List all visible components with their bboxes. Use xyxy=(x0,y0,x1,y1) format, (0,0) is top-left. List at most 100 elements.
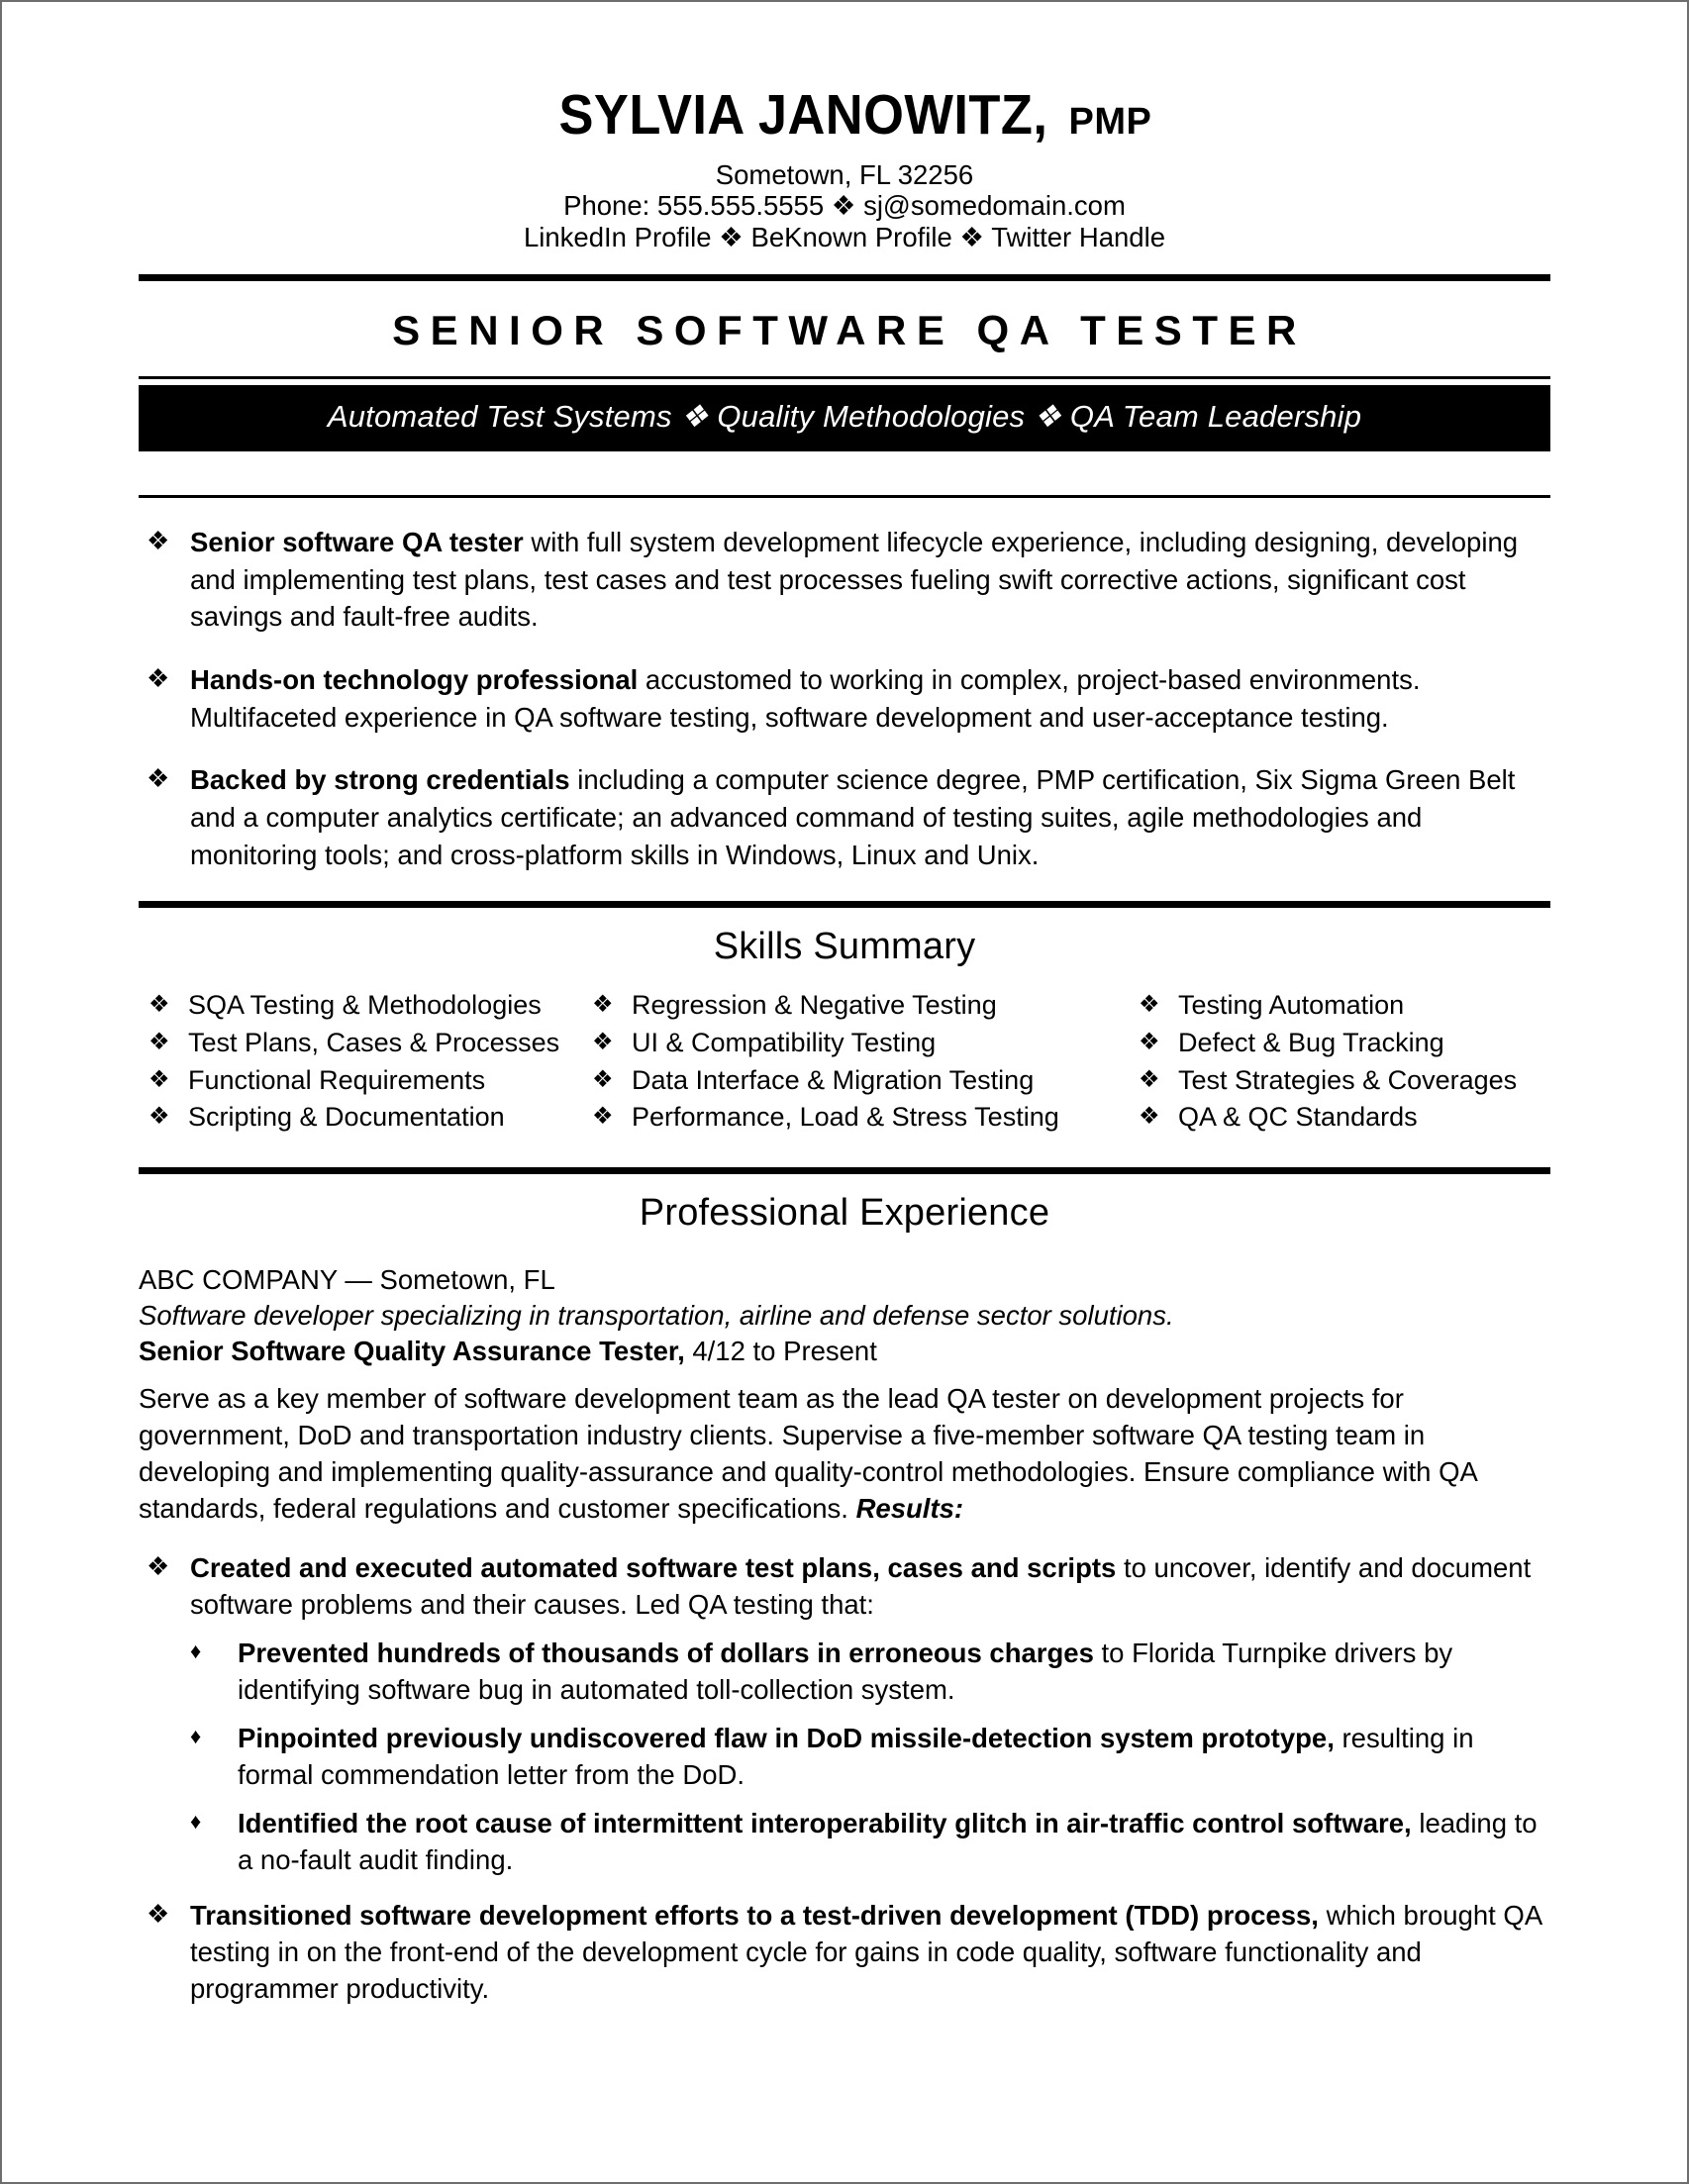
diamond-bullet-icon: ❖ xyxy=(592,1065,614,1093)
skill-item: ❖ Data Interface & Migration Testing xyxy=(592,1063,1139,1099)
skills-column-1: ❖ SQA Testing & Methodologies ❖ Test Pla… xyxy=(139,988,592,1138)
skill-item: ❖ UI & Compatibility Testing xyxy=(592,1026,1139,1061)
skill-item: ❖ SQA Testing & Methodologies xyxy=(149,988,592,1024)
achievement-sub-text: Pinpointed previously undiscovered flaw … xyxy=(238,1720,1550,1793)
skill-label: Regression & Negative Testing xyxy=(632,990,997,1021)
contact-phone-email: Phone: 555.555.5555 ❖ sj@somedomain.com xyxy=(563,190,1126,222)
achievement-sub-lead: Identified the root cause of intermitten… xyxy=(238,1808,1412,1839)
experience-company-tagline: Software developer specializing in trans… xyxy=(139,1299,1174,1331)
achievement-sub-text: Identified the root cause of intermitten… xyxy=(238,1805,1550,1878)
divider-above-experience xyxy=(139,1166,1550,1174)
summary-bullet-text: Senior software QA tester with full syst… xyxy=(190,524,1550,636)
achievement-sub-lead: Pinpointed previously undiscovered flaw … xyxy=(238,1723,1335,1754)
summary-bullet: ❖ Hands-on technology professional accus… xyxy=(139,661,1550,736)
skill-item: ❖ Test Plans, Cases & Processes xyxy=(149,1026,592,1061)
experience-role: Senior Software Quality Assurance Tester… xyxy=(139,1334,1550,1369)
contact-block: Sometown, FL 32256 Phone: 555.555.5555 ❖… xyxy=(139,159,1550,252)
experience-description: Serve as a key member of software develo… xyxy=(139,1381,1550,1527)
achievement-lead: Transitioned software development effort… xyxy=(190,1899,1319,1931)
summary-bullet-text: Backed by strong credentials including a… xyxy=(190,761,1550,873)
solid-diamond-bullet-icon: ♦ xyxy=(190,1724,202,1749)
experience-role-dates: 4/12 to Present xyxy=(684,1336,877,1367)
achievement-bullet: ❖ Transitioned software development effo… xyxy=(139,1897,1550,2007)
diamond-bullet-icon: ❖ xyxy=(147,526,170,556)
divider-above-skills xyxy=(139,901,1550,909)
contact-profiles: LinkedIn Profile ❖ BeKnown Profile ❖ Twi… xyxy=(523,221,1165,252)
experience-entry: ABC COMPANY — Sometown, FL Software deve… xyxy=(139,1250,1550,2007)
diamond-bullet-icon: ❖ xyxy=(149,1103,170,1131)
skill-label: Test Plans, Cases & Processes xyxy=(188,1028,560,1058)
divider-above-job-title xyxy=(139,274,1550,282)
diamond-bullet-icon: ❖ xyxy=(592,991,614,1019)
skills-columns: ❖ SQA Testing & Methodologies ❖ Test Pla… xyxy=(139,984,1550,1167)
diamond-bullet-icon: ❖ xyxy=(1139,1103,1160,1131)
skill-label: Test Strategies & Coverages xyxy=(1178,1064,1518,1095)
diamond-bullet-icon: ❖ xyxy=(147,1898,170,1929)
summary-bullet-lead: Backed by strong credentials xyxy=(190,764,570,796)
summary-bullet-lead: Hands-on technology professional xyxy=(190,664,639,696)
skill-item: ❖ Defect & Bug Tracking xyxy=(1139,1026,1550,1061)
candidate-name: SYLVIA JANOWITZ, xyxy=(558,83,1048,147)
skill-label: UI & Compatibility Testing xyxy=(632,1028,937,1058)
skills-column-2: ❖ Regression & Negative Testing ❖ UI & C… xyxy=(592,988,1139,1138)
solid-diamond-bullet-icon: ♦ xyxy=(190,1809,202,1835)
skill-item: ❖ QA & QC Standards xyxy=(1139,1100,1550,1136)
skills-section-heading: Skills Summary xyxy=(713,926,976,968)
skill-item: ❖ Scripting & Documentation xyxy=(149,1100,592,1136)
skill-label: QA & QC Standards xyxy=(1178,1102,1418,1133)
skill-item: ❖ Testing Automation xyxy=(1139,988,1550,1024)
summary-bullet: ❖ Backed by strong credentials including… xyxy=(139,761,1550,873)
skill-label: Scripting & Documentation xyxy=(188,1102,505,1133)
achievement-sub-text: Prevented hundreds of thousands of dolla… xyxy=(238,1635,1550,1708)
diamond-bullet-icon: ❖ xyxy=(147,1550,170,1581)
experience-role-title: Senior Software Quality Assurance Tester… xyxy=(139,1336,685,1367)
skill-label: Testing Automation xyxy=(1178,990,1405,1021)
diamond-bullet-icon: ❖ xyxy=(149,1065,170,1093)
skill-label: Defect & Bug Tracking xyxy=(1178,1028,1444,1058)
skill-item: ❖ Functional Requirements xyxy=(149,1063,592,1099)
diamond-bullet-icon: ❖ xyxy=(149,991,170,1019)
experience-company: ABC COMPANY — Sometown, FL xyxy=(139,1263,555,1295)
achievement-sub-bullet: ♦ Pinpointed previously undiscovered fla… xyxy=(139,1720,1550,1793)
diamond-bullet-icon: ❖ xyxy=(1139,1029,1160,1056)
specialties-banner: Automated Test Systems ❖ Quality Methodo… xyxy=(139,385,1550,452)
diamond-bullet-icon: ❖ xyxy=(149,1029,170,1056)
achievement-text: Created and executed automated software … xyxy=(190,1549,1550,1623)
job-title: SENIOR SOFTWARE QA TESTER xyxy=(392,307,1307,354)
resume-page: SYLVIA JANOWITZ, PMP Sometown, FL 32256 P… xyxy=(0,0,1689,2184)
achievement-bullet: ❖ Created and executed automated softwar… xyxy=(139,1549,1550,1623)
diamond-bullet-icon: ❖ xyxy=(147,663,170,694)
experience-section-heading: Professional Experience xyxy=(639,1191,1050,1234)
summary-bullet-text: Hands-on technology professional accusto… xyxy=(190,661,1550,736)
banner-spacer xyxy=(139,451,1550,495)
achievement-sub-list: ♦ Prevented hundreds of thousands of dol… xyxy=(139,1635,1550,1879)
diamond-bullet-icon: ❖ xyxy=(1139,991,1160,1019)
skill-item: ❖ Regression & Negative Testing xyxy=(592,988,1139,1024)
summary-section: ❖ Senior software QA tester with full sy… xyxy=(139,498,1550,873)
results-label: Results: xyxy=(855,1492,964,1524)
candidate-credential: PMP xyxy=(1068,101,1152,143)
solid-diamond-bullet-icon: ♦ xyxy=(190,1638,202,1663)
diamond-bullet-icon: ❖ xyxy=(1139,1065,1160,1093)
achievement-sub-lead: Prevented hundreds of thousands of dolla… xyxy=(238,1637,1094,1668)
contact-location: Sometown, FL 32256 xyxy=(715,159,974,190)
summary-bullet: ❖ Senior software QA tester with full sy… xyxy=(139,524,1550,636)
achievement-sub-bullet: ♦ Identified the root cause of intermitt… xyxy=(139,1805,1550,1878)
skill-item: ❖ Performance, Load & Stress Testing xyxy=(592,1100,1139,1136)
experience-achievements: ❖ Created and executed automated softwar… xyxy=(139,1549,1550,2007)
skill-label: Data Interface & Migration Testing xyxy=(632,1064,1035,1095)
achievement-text: Transitioned software development effort… xyxy=(190,1897,1550,2007)
skill-label: Performance, Load & Stress Testing xyxy=(632,1102,1059,1133)
skills-column-3: ❖ Testing Automation ❖ Defect & Bug Trac… xyxy=(1139,988,1550,1138)
achievement-lead: Created and executed automated software … xyxy=(190,1551,1117,1583)
diamond-bullet-icon: ❖ xyxy=(592,1029,614,1056)
skill-label: SQA Testing & Methodologies xyxy=(188,990,542,1021)
diamond-bullet-icon: ❖ xyxy=(592,1103,614,1131)
achievement-sub-bullet: ♦ Prevented hundreds of thousands of dol… xyxy=(139,1635,1550,1708)
diamond-bullet-icon: ❖ xyxy=(147,763,170,794)
skill-label: Functional Requirements xyxy=(188,1064,486,1095)
resume-content: SYLVIA JANOWITZ, PMP Sometown, FL 32256 P… xyxy=(139,2,1550,2015)
candidate-name-line: SYLVIA JANOWITZ, PMP xyxy=(139,87,1550,144)
summary-bullet-lead: Senior software QA tester xyxy=(190,527,524,558)
skill-item: ❖ Test Strategies & Coverages xyxy=(1139,1063,1550,1099)
